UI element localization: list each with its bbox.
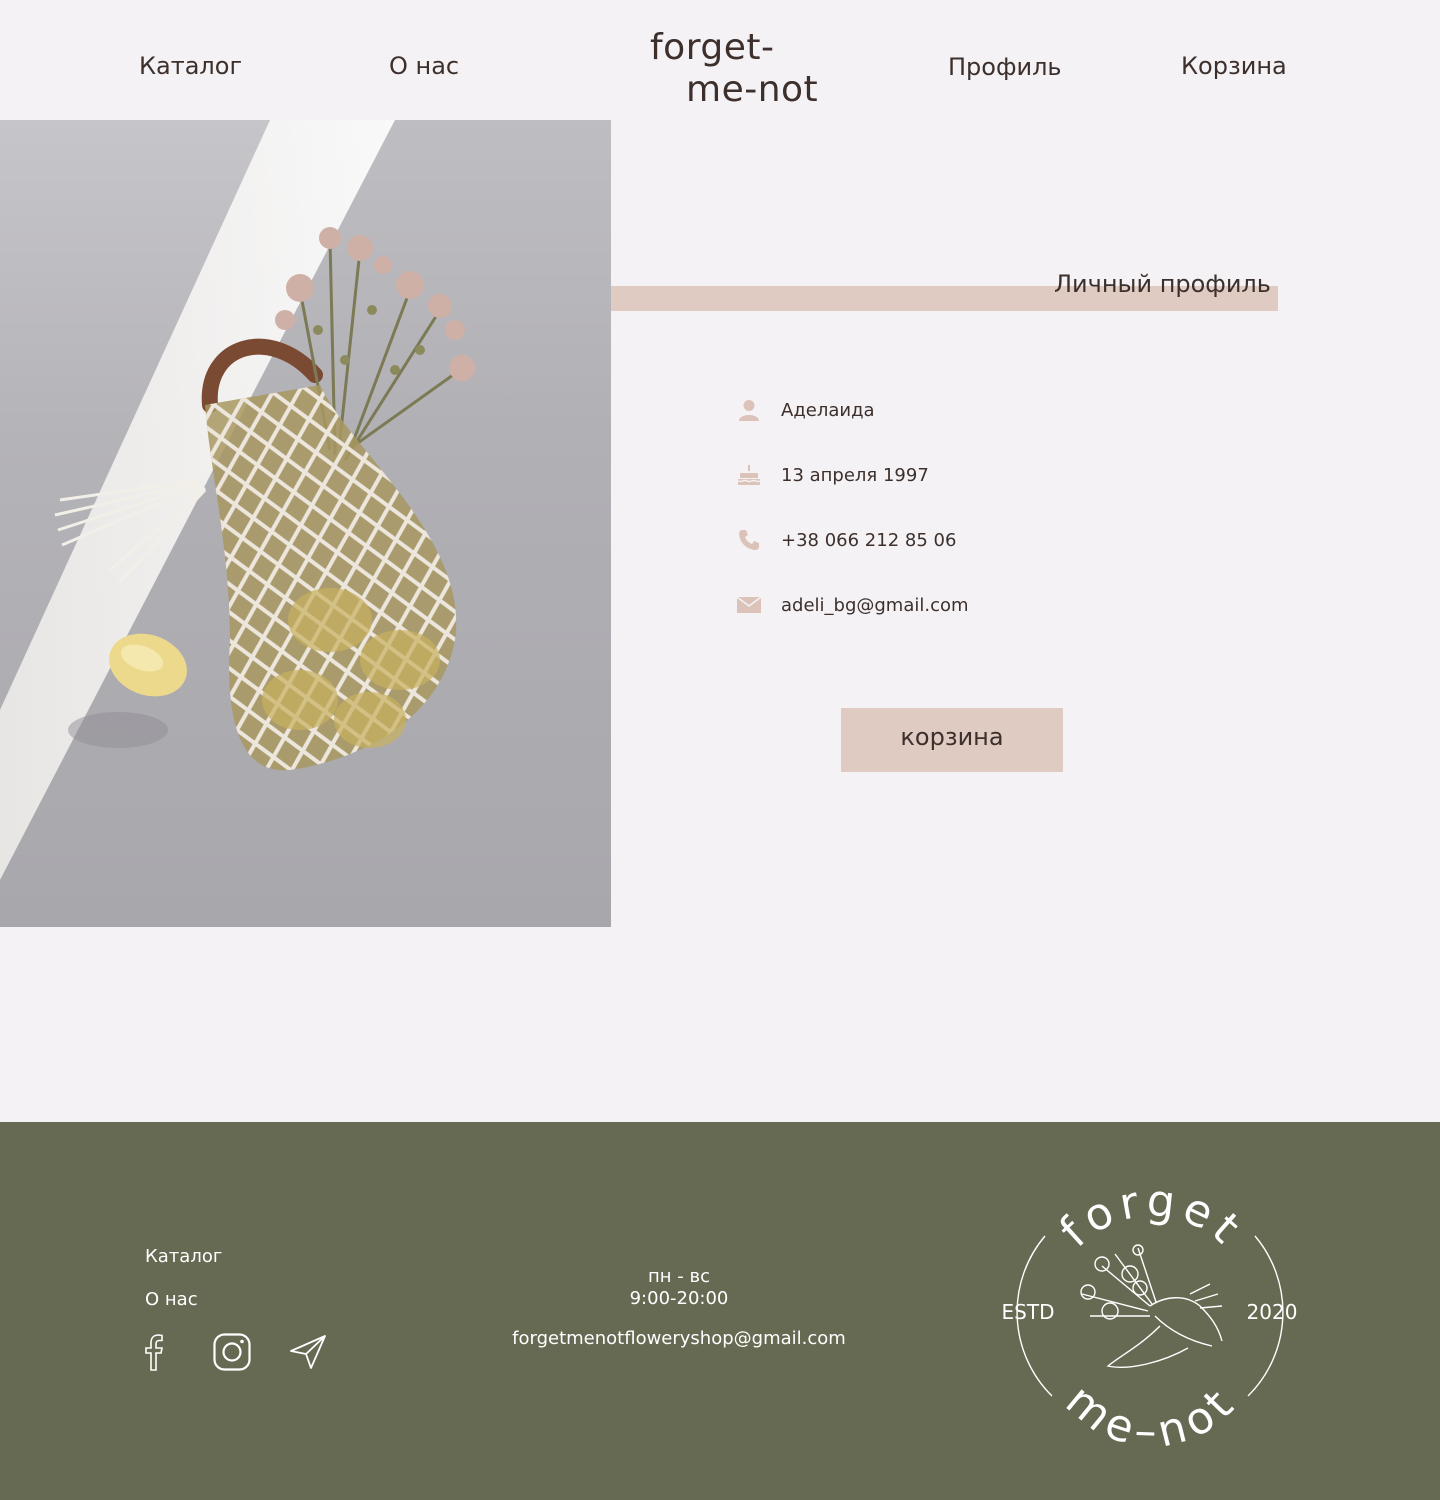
profile-phone: +38 066 212 85 06	[781, 529, 957, 551]
hero-photo	[0, 120, 611, 927]
nav-catalog[interactable]: Каталог	[139, 50, 242, 82]
phone-icon	[734, 525, 764, 555]
profile-name: Аделаида	[781, 399, 875, 421]
facebook-icon[interactable]	[135, 1332, 175, 1372]
profile-email-row: adeli_bg@gmail.com	[734, 590, 969, 620]
emblem-bottom-text: me–not	[1056, 1375, 1241, 1456]
instagram-icon[interactable]	[212, 1332, 252, 1372]
telegram-icon[interactable]	[288, 1332, 328, 1372]
footer-link-about[interactable]: О нас	[145, 1289, 198, 1310]
profile-title: Личный профиль	[1054, 270, 1271, 298]
hours-days: пн - вс	[648, 1266, 710, 1287]
profile-name-row: Аделаида	[734, 395, 875, 425]
mail-icon	[734, 590, 764, 620]
profile-birthday-row: 13 апреля 1997	[734, 460, 929, 490]
profile-email: adeli_bg@gmail.com	[781, 594, 969, 616]
cart-button[interactable]: корзина	[841, 708, 1063, 772]
svg-text:forget: forget	[1050, 1175, 1253, 1257]
birthday-cake-icon	[734, 460, 764, 490]
site-logo[interactable]: forget- me-not	[650, 28, 818, 110]
svg-text:me–not: me–not	[1056, 1375, 1247, 1456]
logo-line-1: forget-	[650, 27, 775, 68]
emblem-top-text: forget	[1050, 1175, 1247, 1257]
bouquet-hand-icon	[1080, 1244, 1223, 1368]
nav-cart[interactable]: Корзина	[1181, 50, 1287, 82]
brand-emblem: forget me–not ESTD 2020	[1002, 1175, 1298, 1456]
emblem-left-text: ESTD	[1002, 1300, 1055, 1324]
logo-line-2: me-not	[686, 69, 819, 110]
footer-link-catalog[interactable]: Каталог	[145, 1246, 222, 1267]
footer: Каталог О нас пн - вс 9:00-20:00 forgetm…	[0, 1122, 1440, 1500]
footer-email[interactable]: forgetmenotfloweryshop@gmail.com	[480, 1328, 878, 1349]
nav-about[interactable]: О нас	[389, 50, 459, 82]
user-icon	[734, 395, 764, 425]
hours-time: 9:00-20:00	[629, 1288, 729, 1309]
profile-birthday: 13 апреля 1997	[781, 464, 929, 486]
emblem-right-text: 2020	[1247, 1300, 1298, 1324]
profile-phone-row: +38 066 212 85 06	[734, 525, 956, 555]
nav-profile[interactable]: Профиль	[948, 51, 1062, 83]
